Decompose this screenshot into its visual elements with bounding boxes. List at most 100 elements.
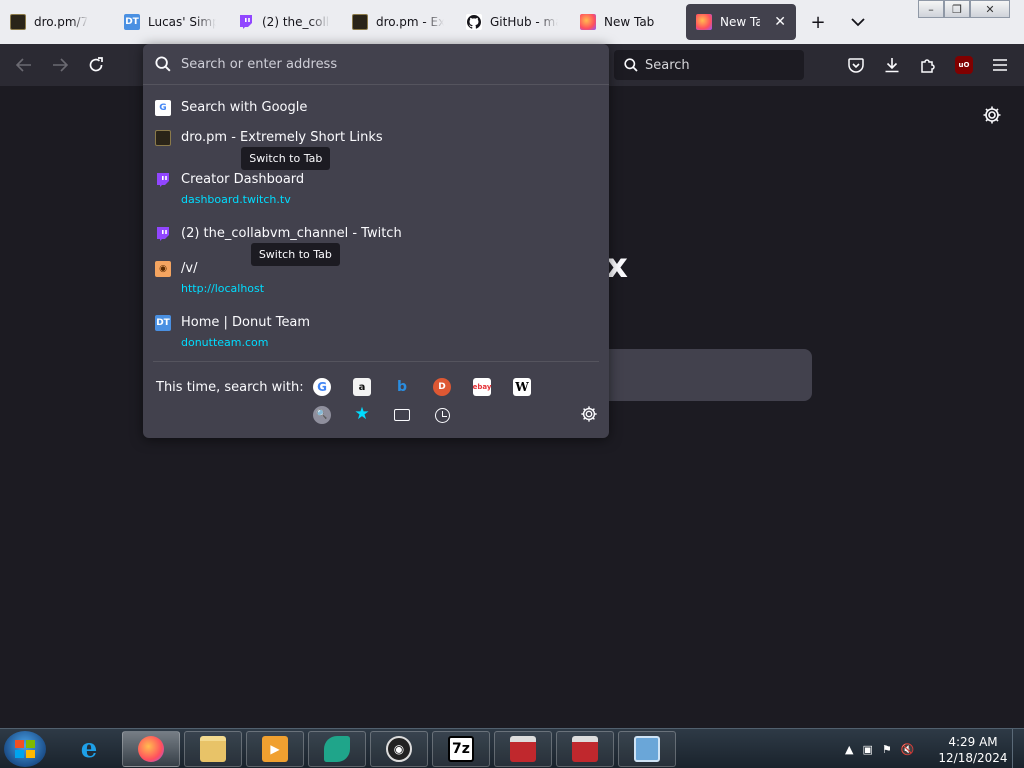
new-tab-button[interactable]: + — [804, 8, 832, 36]
action-center-flag-icon[interactable]: ⚑ — [882, 743, 892, 756]
result-localhost[interactable]: ◉ /v/ http://localhost — [151, 260, 601, 296]
ublock-button[interactable]: uO — [952, 53, 976, 77]
tab-twitch-collab[interactable]: (2) the_collab — [228, 4, 340, 40]
pocket-button[interactable] — [844, 53, 868, 77]
taskbar-network-monitor[interactable] — [618, 731, 676, 767]
ebay-engine-button[interactable]: ebay — [473, 378, 491, 396]
tab-github[interactable]: GitHub - mar — [456, 4, 568, 40]
result-search-google[interactable]: G Search with Google — [151, 99, 601, 117]
forward-button[interactable] — [48, 53, 72, 77]
gear-icon — [581, 406, 597, 422]
ebay-icon: ebay — [472, 383, 492, 391]
back-button[interactable] — [12, 53, 36, 77]
hamburger-menu-icon — [993, 59, 1007, 71]
reload-icon — [89, 57, 103, 72]
result-creator-dashboard[interactable]: Creator Dashboard dashboard.twitch.tv — [151, 171, 601, 207]
search-icon — [155, 56, 171, 72]
wikipedia-icon: W — [515, 380, 529, 394]
tab-title: (2) the_collab — [262, 15, 330, 29]
tab-icon — [394, 409, 410, 421]
result-url: donutteam.com — [181, 336, 269, 349]
bookmarks-search-button[interactable]: ★ — [353, 404, 371, 424]
newtab-search-box[interactable] — [590, 349, 812, 401]
system-clock[interactable]: 4:29 AM 12/18/2024 — [938, 734, 1008, 766]
extensions-button[interactable] — [916, 53, 940, 77]
windows-logo-icon — [15, 740, 35, 758]
firefox-icon — [138, 736, 164, 762]
start-button[interactable] — [4, 731, 46, 767]
volume-muted-icon[interactable]: 🔇 — [901, 743, 915, 756]
taskbar-firefox[interactable] — [122, 731, 180, 767]
switch-to-tab-button[interactable]: Switch to Tab — [241, 147, 331, 170]
result-title: dro.pm - Extremely Short Links — [181, 130, 383, 145]
taskbar-file-explorer[interactable] — [184, 731, 242, 767]
arrow-left-icon — [16, 58, 31, 72]
tab-strip: dro.pm/7 DT Lucas' Simple (2) the_collab… — [0, 0, 1024, 44]
restore-button[interactable]: ❐ — [944, 0, 970, 18]
show-desktop-button[interactable] — [1012, 729, 1024, 768]
result-dropm[interactable]: dro.pm - Extremely Short Links Switch to… — [151, 129, 601, 170]
tabs-button[interactable] — [393, 406, 411, 424]
taskbar-toolbox-2[interactable] — [556, 731, 614, 767]
show-hidden-icons-icon[interactable]: ▲ — [845, 743, 853, 756]
close-tab-icon[interactable]: ✕ — [774, 14, 786, 30]
google-icon: G — [317, 380, 327, 394]
dropm-favicon-icon — [352, 14, 368, 30]
taskbar-7zip[interactable]: 7z — [432, 731, 490, 767]
search-bar[interactable]: Search — [614, 50, 804, 80]
taskbar-obs-studio[interactable]: ◉ — [370, 731, 428, 767]
result-url: http://localhost — [181, 282, 265, 295]
tab-dropm-7[interactable]: dro.pm/7 — [0, 4, 112, 40]
list-all-tabs-button[interactable] — [844, 8, 872, 36]
magnifier-icon: 🔍 — [316, 410, 328, 420]
search-settings-button[interactable] — [580, 405, 598, 427]
history-search-button[interactable] — [433, 406, 451, 424]
obs-icon: ◉ — [386, 736, 412, 762]
taskbar-media-player[interactable]: ▶ — [246, 731, 304, 767]
result-title: Creator Dashboard — [181, 172, 305, 187]
amazon-icon: a — [358, 381, 366, 393]
network-icon[interactable]: ▣ — [862, 743, 872, 756]
downloads-button[interactable] — [880, 53, 904, 77]
star-icon: ★ — [354, 404, 370, 424]
bing-engine-button[interactable]: b — [393, 378, 411, 396]
clock-icon — [434, 407, 450, 423]
taskbar-toolbox-1[interactable] — [494, 731, 552, 767]
twitch-favicon-icon — [155, 226, 171, 242]
tab-title: Lucas' Simple — [148, 15, 216, 29]
tab-new-tab-active[interactable]: New Tab ✕ — [686, 4, 796, 40]
close-icon: ✕ — [985, 2, 995, 16]
twitch-favicon-icon — [155, 172, 171, 188]
chevron-down-icon — [851, 18, 865, 27]
url-input[interactable] — [181, 56, 581, 72]
newtab-personalize-button[interactable] — [982, 105, 1004, 127]
taskbar-app[interactable] — [308, 731, 366, 767]
minimize-icon: – — [928, 2, 934, 16]
result-donut-team[interactable]: DT Home | Donut Team donutteam.com — [151, 314, 601, 350]
network-monitor-icon — [634, 736, 660, 762]
amazon-engine-button[interactable]: a — [353, 378, 371, 396]
app-menu-button[interactable] — [988, 53, 1012, 77]
divider — [153, 361, 599, 362]
close-window-button[interactable]: ✕ — [970, 0, 1010, 18]
result-title: Search with Google — [181, 100, 308, 115]
dropm-favicon-icon — [10, 14, 26, 30]
reload-button[interactable] — [84, 53, 108, 77]
minimize-button[interactable]: – — [918, 0, 944, 18]
firefox-favicon-icon — [696, 14, 712, 30]
duckduckgo-engine-button[interactable]: D — [433, 378, 451, 396]
system-tray: ▲ ▣ ⚑ 🔇 — [845, 729, 914, 768]
tab-lucas-simple[interactable]: DT Lucas' Simple — [114, 4, 226, 40]
tab-dropm-extreme[interactable]: dro.pm - Extre — [342, 4, 454, 40]
taskbar-internet-explorer[interactable]: e — [60, 731, 118, 767]
toolbox-icon — [572, 736, 598, 762]
app-icon — [324, 736, 350, 762]
tabs-search-button[interactable]: 🔍 — [313, 406, 331, 424]
wikipedia-engine-button[interactable]: W — [513, 378, 531, 396]
arrow-right-icon — [53, 58, 68, 72]
firefox-wordmark-fragment: x — [606, 246, 628, 286]
restore-icon: ❐ — [952, 2, 962, 16]
google-engine-button[interactable]: G — [313, 378, 331, 396]
download-icon — [885, 58, 899, 73]
tab-new-tab[interactable]: New Tab — [570, 4, 682, 40]
